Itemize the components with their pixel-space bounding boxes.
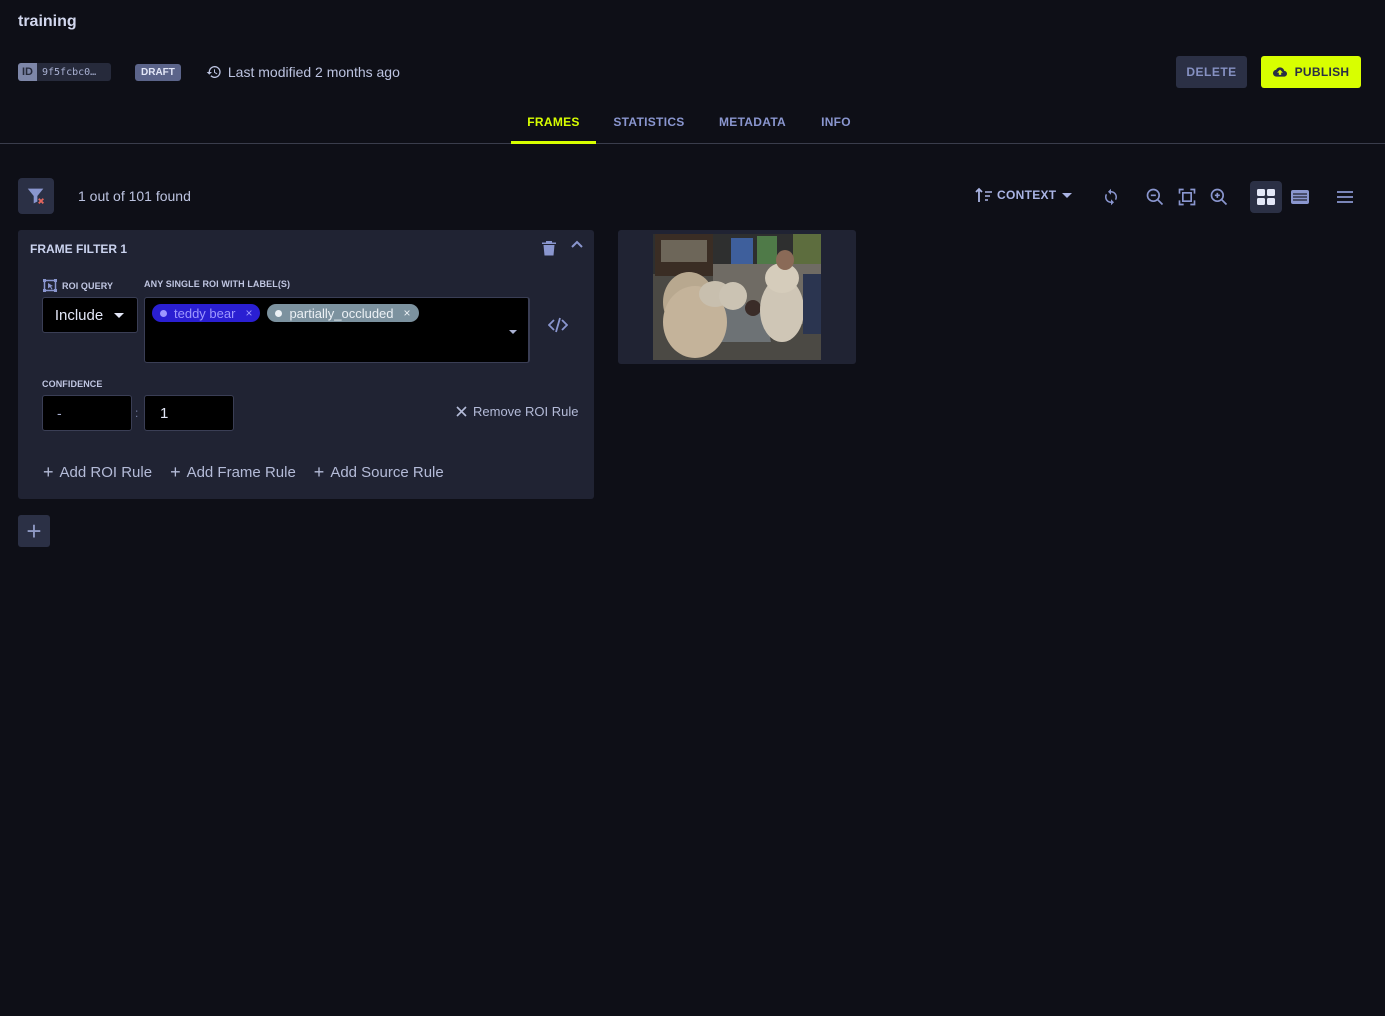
add-source-rule-button[interactable]: + Add Source Rule [314, 463, 444, 481]
chip-remove-icon[interactable]: × [404, 306, 411, 320]
confidence-max-input[interactable]: 1 [144, 395, 234, 431]
code-icon [547, 317, 569, 333]
status-badge: DRAFT [135, 63, 181, 81]
plus-icon: + [43, 462, 54, 482]
publish-button[interactable]: PUBLISH [1261, 56, 1361, 88]
caret-down-icon [1062, 193, 1073, 198]
meta-row: ID 9f5fcbc0… DRAFT Last modified 2 month… [18, 63, 400, 81]
roi-query-label: ROI QUERY [43, 279, 113, 292]
label-chips: teddy bear × partially_occluded × [152, 304, 419, 322]
remove-roi-rule-button[interactable]: Remove ROI Rule [456, 404, 578, 419]
caret-down-icon[interactable] [508, 328, 518, 336]
sort-icon [975, 187, 992, 202]
filter-remove-icon [27, 188, 44, 204]
grid-view-icon [1257, 189, 1275, 205]
confidence-label: CONFIDENCE [42, 379, 103, 389]
trash-icon [542, 241, 556, 256]
sort-control[interactable]: CONTEXT [975, 187, 1074, 203]
last-modified-text: Last modified 2 months ago [227, 64, 400, 80]
zoom-out-icon [1146, 188, 1164, 206]
add-rules-row: + Add ROI Rule + Add Frame Rule + Add So… [43, 463, 444, 481]
caret-down-icon [114, 313, 125, 318]
sort-label: CONTEXT [997, 188, 1057, 202]
history-icon [206, 66, 221, 78]
delete-button[interactable]: DELETE [1176, 56, 1247, 88]
fit-screen-icon [1178, 188, 1196, 206]
id-value[interactable]: 9f5fcbc0… [37, 63, 111, 81]
cloud-upload-icon [1272, 67, 1287, 77]
code-view-button[interactable] [547, 317, 569, 338]
id-label: ID [18, 63, 37, 81]
roi-icon [43, 279, 57, 292]
filter-title: FRAME FILTER 1 [30, 242, 128, 256]
chip-dot [160, 309, 167, 317]
chip-label: teddy bear [174, 305, 236, 321]
roi-query-select[interactable]: Include [42, 297, 138, 333]
last-modified: Last modified 2 months ago [206, 64, 400, 80]
zoom-in-button[interactable] [1203, 181, 1235, 213]
menu-icon [1337, 191, 1353, 203]
page-title: training [18, 13, 77, 30]
refresh-button[interactable] [1095, 181, 1127, 213]
chip-remove-icon[interactable]: × [245, 306, 252, 320]
label-chip[interactable]: partially_occluded × [267, 304, 419, 322]
grid-view-button[interactable] [1250, 181, 1282, 213]
refresh-icon [1105, 188, 1117, 206]
publish-label: PUBLISH [1294, 65, 1350, 79]
delete-filter-button[interactable] [542, 240, 556, 261]
chevron-up-icon [571, 240, 583, 248]
frame-thumbnail-image[interactable] [653, 234, 821, 360]
tab-metadata[interactable]: METADATA [710, 100, 795, 143]
plus-icon: + [26, 516, 42, 546]
plus-icon: + [170, 462, 181, 482]
results-count: 1 out of 101 found [78, 188, 191, 204]
zoom-in-icon [1210, 188, 1228, 206]
id-chip[interactable]: ID 9f5fcbc0… [18, 63, 111, 81]
list-view-icon [1291, 190, 1309, 204]
zoom-out-button[interactable] [1139, 181, 1171, 213]
confidence-min-input[interactable]: - [42, 395, 132, 431]
label-chip[interactable]: teddy bear × [152, 304, 261, 322]
add-frame-rule-button[interactable]: + Add Frame Rule [170, 463, 296, 481]
close-icon [456, 406, 467, 417]
add-roi-rule-button[interactable]: + Add ROI Rule [43, 463, 152, 481]
menu-button[interactable] [1329, 181, 1361, 213]
tab-statistics[interactable]: STATISTICS [604, 100, 694, 143]
chip-dot [275, 309, 283, 317]
roi-query-value: Include [54, 306, 104, 324]
chip-label: partially_occluded [289, 305, 394, 321]
thumbnail-illustration [653, 234, 821, 360]
frame-filter-panel: FRAME FILTER 1 ROI QUERY ANY SINGLE ROI … [18, 230, 594, 499]
confidence-separator: : [135, 406, 139, 420]
frame-thumbnail-card[interactable] [618, 230, 856, 364]
collapse-button[interactable] [570, 238, 584, 257]
fit-screen-button[interactable] [1171, 181, 1203, 213]
labels-multiselect[interactable]: teddy bear × partially_occluded × [144, 297, 530, 363]
add-filter-button[interactable]: + [18, 515, 50, 547]
plus-icon: + [313, 462, 325, 482]
list-view-button[interactable] [1284, 181, 1316, 213]
clear-filter-button[interactable] [18, 178, 54, 214]
tab-info[interactable]: INFO [812, 100, 860, 143]
tab-bar: FRAMES STATISTICS METADATA INFO [0, 100, 1385, 144]
labels-label: ANY SINGLE ROI WITH LABEL(S) [144, 279, 291, 289]
tab-frames[interactable]: FRAMES [511, 100, 596, 144]
